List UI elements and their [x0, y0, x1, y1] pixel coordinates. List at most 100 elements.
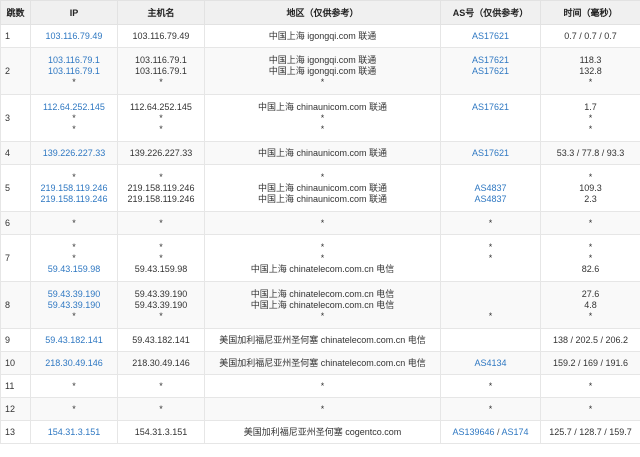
ip-link[interactable]: 139.226.227.33 — [31, 148, 117, 159]
ip-link[interactable]: 103.116.79.1 — [31, 66, 117, 77]
ip-link[interactable]: 59.43.159.98 — [31, 264, 117, 275]
time-value: 4.8 — [584, 299, 597, 310]
hostname-value: 154.31.3.151 — [134, 426, 188, 437]
as-line: AS17621 — [441, 55, 540, 66]
as-link[interactable]: AS17621 — [472, 31, 509, 41]
ip-cell: * — [30, 211, 118, 235]
hostname-value: * — [159, 76, 163, 87]
geo-cell: 美国加利福尼亚州圣何塞 chinatelecom.com.cn 电信 — [204, 328, 441, 352]
hop-number: 4 — [0, 141, 31, 165]
geo-cell: 美国加利福尼亚州圣何塞 cogentco.com — [204, 420, 441, 444]
as-line — [441, 335, 540, 346]
geo-value: * — [320, 403, 325, 414]
as-line — [441, 172, 540, 183]
hostname-value: * — [159, 310, 163, 321]
geo-value: * — [320, 241, 325, 252]
geo-value: 中国上海 igongqi.com 联通 — [268, 54, 377, 65]
ip-cell: * — [30, 374, 118, 398]
hop-number: 6 — [0, 211, 31, 235]
geo-value: 中国上海 chinatelecom.com.cn 电信 — [250, 299, 395, 310]
ip-link[interactable]: 103.116.79.1 — [31, 55, 117, 66]
ip-cell: 112.64.252.145 * * — [30, 94, 118, 142]
as-link[interactable]: AS139646 — [452, 427, 494, 437]
ip-link[interactable]: 112.64.252.145 — [31, 102, 117, 113]
geo-value: * — [320, 112, 325, 123]
time-value: * — [588, 171, 593, 182]
hostname-value: * — [159, 171, 163, 182]
as-link[interactable]: AS17621 — [472, 102, 509, 112]
hostname-value: 59.43.39.190 — [134, 299, 188, 310]
hostname-value: 59.43.39.190 — [134, 288, 188, 299]
hop-number: 8 — [0, 281, 31, 329]
as-value — [441, 300, 540, 311]
time-value: * — [588, 252, 593, 263]
as-line: AS139646 / AS174 — [441, 427, 540, 438]
ip-cell: * 219.158.119.246 219.158.119.246 — [30, 164, 118, 212]
as-value: * — [488, 380, 493, 391]
ip-value: * — [72, 380, 76, 391]
as-line: AS17621 — [441, 31, 540, 42]
ip-link[interactable]: 103.116.79.49 — [31, 31, 117, 42]
as-link[interactable]: AS17621 — [472, 66, 509, 76]
ip-link[interactable]: 219.158.119.246 — [31, 194, 117, 205]
ip-cell: 218.30.49.146 — [30, 351, 118, 375]
ip-value: * — [72, 76, 76, 87]
hostname-value: 139.226.227.33 — [129, 147, 193, 158]
ip-link[interactable]: 219.158.119.246 — [31, 183, 117, 194]
geo-value: 美国加利福尼亚州圣何塞 cogentco.com — [243, 426, 402, 437]
geo-cell: 中国上海 chinaunicom.com 联通 * * — [204, 94, 441, 142]
time-value: * — [588, 217, 593, 228]
as-cell: * * — [440, 234, 541, 282]
as-link[interactable]: AS17621 — [472, 148, 509, 158]
hostname-value: 219.158.119.246 — [127, 182, 195, 193]
table-row: 10 218.30.49.146 218.30.49.146 美国加利福尼亚州圣何塞 … — [0, 351, 640, 375]
as-cell: AS17621 — [440, 24, 541, 48]
as-line: AS4837 — [441, 194, 540, 205]
geo-cell: * — [204, 397, 441, 421]
as-link[interactable]: AS4837 — [474, 194, 506, 204]
hop-number: 13 — [0, 420, 31, 444]
as-value: * — [488, 241, 493, 252]
hostname-value: 59.43.159.98 — [134, 263, 188, 274]
table-row: 12 * * * * * — [0, 397, 640, 421]
hop-number: 1 — [0, 24, 31, 48]
as-cell: AS17621 — [440, 141, 541, 165]
geo-value: * — [320, 123, 325, 134]
time-value: * — [588, 123, 593, 134]
ip-cell: 59.43.182.141 — [30, 328, 118, 352]
time-cell: * — [540, 374, 640, 398]
table-row: 13 154.31.3.151 154.31.3.151 美国加利福尼亚州圣何塞 co… — [0, 420, 640, 444]
table-row: 5 * 219.158.119.246 219.158.119.246 * 219.158… — [0, 164, 640, 212]
table-row: 9 59.43.182.141 59.43.182.141 美国加利福尼亚州圣何塞 c… — [0, 328, 640, 352]
geo-cell: 中国上海 igongqi.com 联通 — [204, 24, 441, 48]
hop-number: 3 — [0, 94, 31, 142]
hostname-value: 112.64.252.145 — [130, 101, 192, 112]
geo-value: 美国加利福尼亚州圣何塞 chinatelecom.com.cn 电信 — [219, 357, 426, 368]
geo-value: * — [320, 380, 325, 391]
geo-cell: 美国加利福尼亚州圣何塞 chinatelecom.com.cn 电信 — [204, 351, 441, 375]
table-row: 6 * * * * * — [0, 211, 640, 235]
as-link[interactable]: AS174 — [502, 427, 529, 437]
table-row: 11 * * * * * — [0, 374, 640, 398]
geo-value: 中国上海 chinaunicom.com 联通 — [257, 182, 388, 193]
geo-value: 中国上海 chinatelecom.com.cn 电信 — [250, 263, 395, 274]
ip-link[interactable]: 59.43.39.190 — [31, 300, 117, 311]
as-link[interactable]: AS17621 — [472, 55, 509, 65]
as-link[interactable]: AS4134 — [474, 358, 506, 368]
hostname-cell: * — [117, 374, 205, 398]
ip-link[interactable]: 218.30.49.146 — [31, 358, 117, 369]
time-value: * — [588, 241, 593, 252]
as-line: AS17621 — [441, 148, 540, 159]
as-line — [441, 77, 540, 88]
ip-link[interactable]: 59.43.39.190 — [31, 289, 117, 300]
ip-link[interactable]: 59.43.182.141 — [31, 335, 117, 346]
geo-value: 中国上海 chinaunicom.com 联通 — [257, 193, 388, 204]
hostname-value: 59.43.182.141 — [132, 334, 190, 345]
time-value: 27.6 — [581, 288, 600, 299]
ip-link[interactable]: 154.31.3.151 — [31, 427, 117, 438]
ip-value: * — [72, 252, 76, 263]
time-cell: * — [540, 397, 640, 421]
as-separator: / — [494, 426, 502, 437]
hostname-value: * — [159, 241, 163, 252]
as-link[interactable]: AS4837 — [474, 183, 506, 193]
